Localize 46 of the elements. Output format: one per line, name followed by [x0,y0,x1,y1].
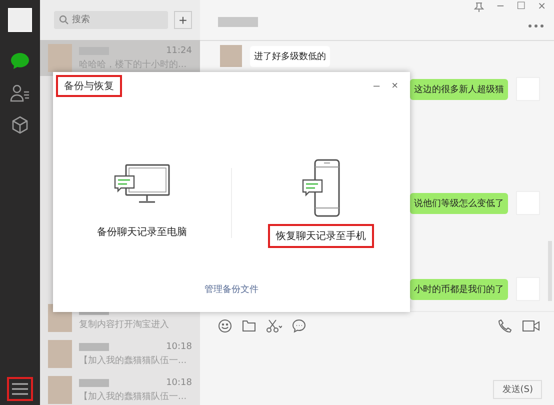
chat-bubble-icon[interactable] [292,319,306,333]
chat-preview: 复制内容打开淘宝进入 [79,318,170,331]
phone-chat-icon [301,158,341,218]
chat-time: 10:18 [166,378,192,388]
close-button[interactable]: × [386,80,404,92]
option-button[interactable]: 恢复聊天记录至手机 [268,224,374,248]
menu-icon [12,383,28,395]
search-icon [59,15,69,25]
avatar [48,44,72,72]
blurred-contact-name [218,17,258,27]
emoji-icon[interactable] [218,319,232,333]
chat-time: 10:18 [166,342,192,352]
blurred-name [79,378,109,386]
more-icon[interactable] [528,24,544,28]
chat-time: 11:24 [166,46,192,56]
add-button[interactable]: + [174,11,192,29]
dialog-title: 备份与恢复 [56,75,122,97]
chat-icon[interactable] [10,52,30,70]
folder-icon[interactable] [242,320,256,332]
message-bubble: 进了好多级数低的 [250,46,330,66]
message-bubble: 这边的很多新人超级猫 [410,78,508,100]
avatar [48,340,72,368]
window-control[interactable]: × [538,1,546,12]
option-button[interactable]: 备份聊天记录至电脑 [89,220,195,244]
pin-icon[interactable] [474,2,484,12]
chat-preview: 【加入我的蠢猫猫队伍一... [79,390,188,403]
window-control[interactable]: ☐ [516,1,526,12]
send-button[interactable]: 发送(S) [493,380,542,399]
menu-button[interactable] [7,377,33,401]
contacts-icon[interactable] [10,84,30,102]
scissors-icon[interactable] [266,319,282,333]
chat-item[interactable]: 10:18 【加入我的蠢猫猫队伍一... [40,336,200,372]
cube-icon[interactable] [11,116,29,134]
phone-icon[interactable] [498,319,512,333]
blurred-name [79,342,109,350]
video-icon[interactable] [522,320,540,332]
message-bubble: 小时的币都是我们的了 [410,278,508,300]
chat-item[interactable]: 10:18 【加入我的蠢猫猫队伍一... [40,372,200,405]
chat-preview: 【加入我的蠢猫猫队伍一... [79,354,188,367]
manage-backups-link[interactable]: 管理备份文件 [204,283,258,296]
avatar [48,376,72,404]
message-bubble: 说他们等级怎么变低了 [410,192,508,214]
avatar [220,45,242,67]
minimize-button[interactable]: – [367,80,386,92]
window-control[interactable]: − [496,1,505,12]
search-field[interactable]: 搜索 [54,11,168,29]
